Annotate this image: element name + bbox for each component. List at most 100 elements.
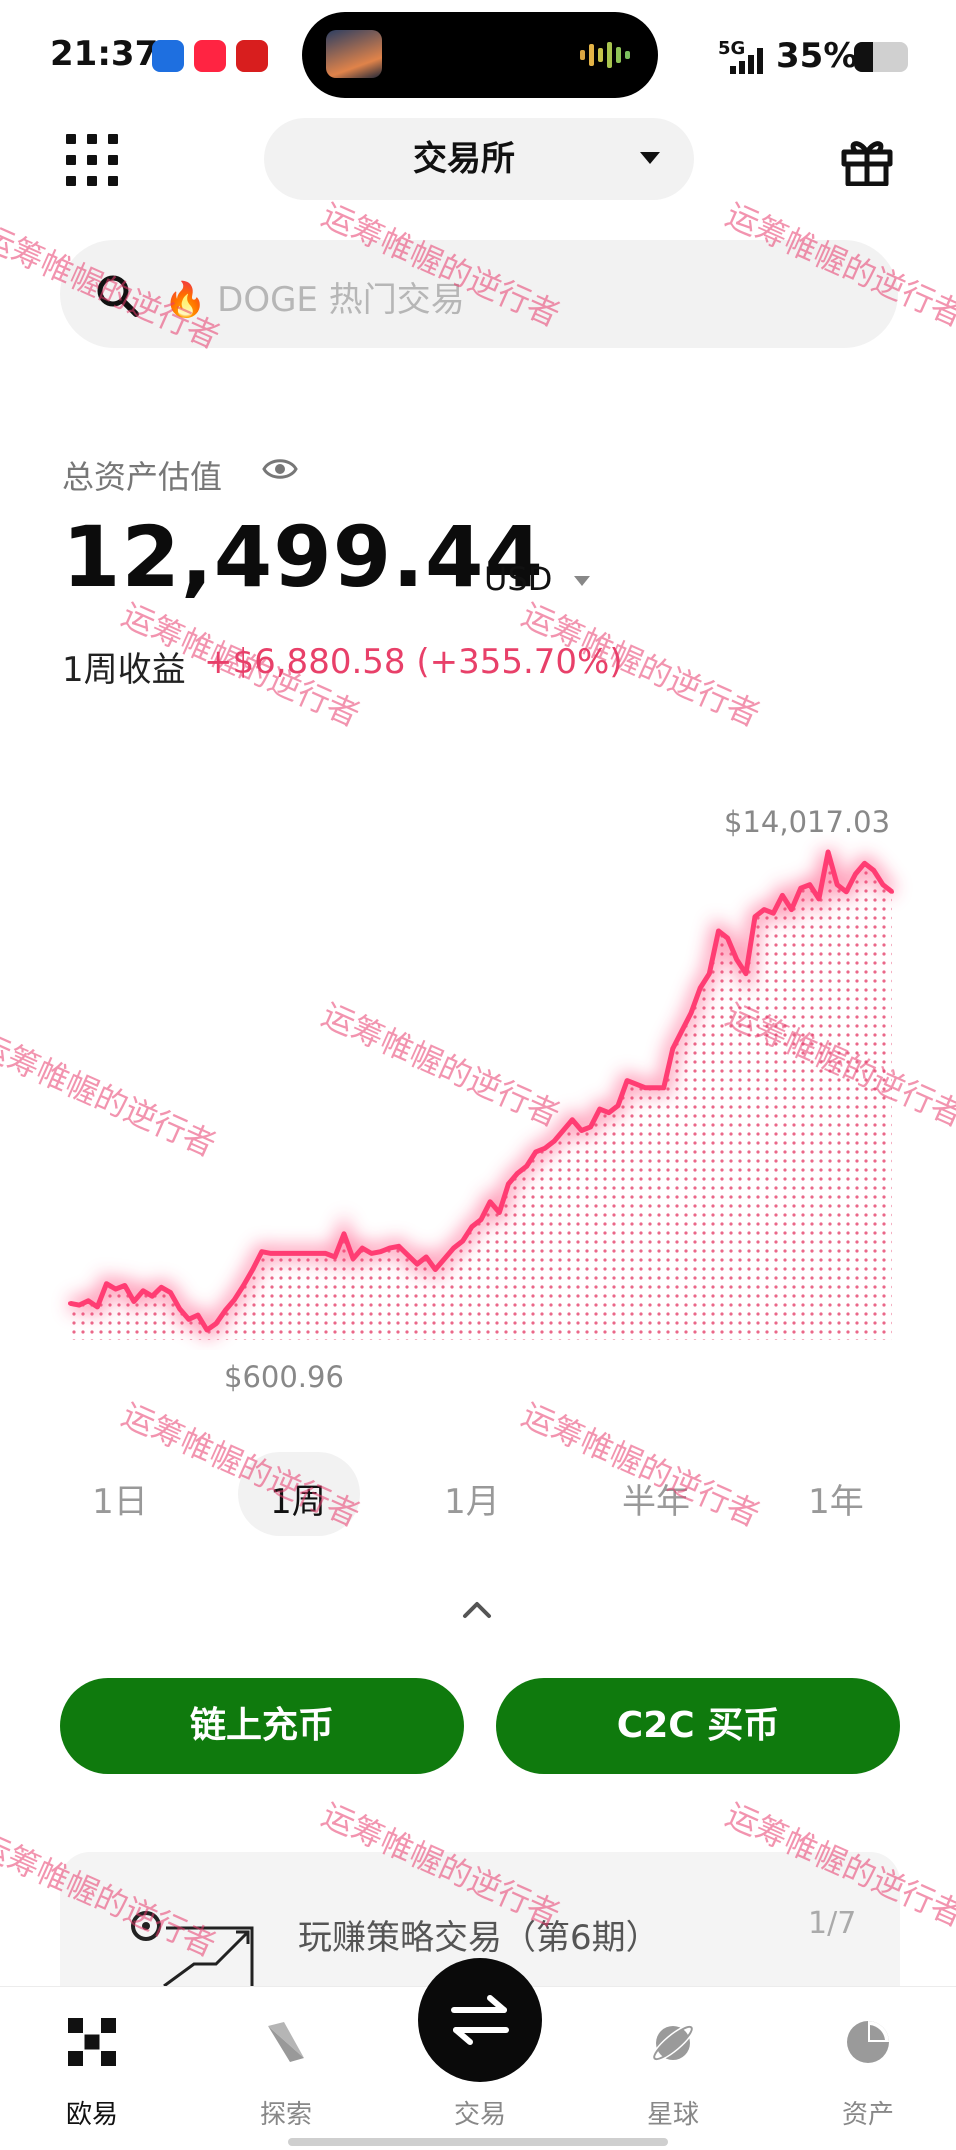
- chart-point: [195, 1313, 200, 1318]
- period-tab-1y[interactable]: 1年: [776, 1474, 896, 1523]
- exchange-selector-label: 交易所: [413, 139, 515, 179]
- chart-point: [122, 1283, 127, 1288]
- chart-point: [104, 1281, 109, 1286]
- chart-point: [679, 1028, 684, 1033]
- chart-point: [141, 1288, 146, 1293]
- chart-point: [552, 1139, 557, 1144]
- chart-point: [305, 1251, 310, 1256]
- chart-point: [643, 1085, 648, 1090]
- chart-point: [460, 1238, 465, 1243]
- period-tab-1m[interactable]: 1月: [412, 1474, 532, 1523]
- chart-point: [86, 1298, 91, 1303]
- chart-point: [360, 1246, 365, 1251]
- chart-point: [561, 1128, 566, 1133]
- period-tab-6m[interactable]: 半年: [596, 1474, 716, 1523]
- chart-point: [278, 1251, 283, 1256]
- okx-logo-icon[interactable]: [68, 2018, 116, 2066]
- compass-icon[interactable]: [262, 2018, 310, 2066]
- nav-label-planet[interactable]: 星球: [613, 2094, 733, 2131]
- grid-icon[interactable]: [66, 134, 118, 186]
- chart-point: [351, 1256, 356, 1261]
- period-profit-label: 1周收益: [62, 650, 186, 690]
- chart-point: [826, 850, 831, 854]
- chart-point: [570, 1117, 575, 1122]
- search-placeholder: 🔥 DOGE 热门交易: [164, 280, 465, 320]
- pie-chart-icon[interactable]: [844, 2018, 892, 2066]
- nav-label-home[interactable]: 欧易: [32, 2094, 152, 2131]
- period-tab-1w[interactable]: 1周: [238, 1474, 358, 1523]
- swap-icon: [451, 1995, 509, 2045]
- chart-point: [542, 1146, 547, 1151]
- chart-point: [533, 1149, 538, 1154]
- chart-point: [890, 889, 894, 894]
- chart-point: [698, 985, 703, 990]
- chart-point: [871, 868, 876, 873]
- chart-point: [241, 1283, 246, 1288]
- chart-point: [259, 1249, 264, 1254]
- chart-point: [442, 1256, 447, 1261]
- chart-point: [268, 1251, 273, 1256]
- asset-chart[interactable]: [0, 790, 956, 1350]
- nav-label-trade[interactable]: 交易: [420, 2094, 540, 2131]
- onchain-deposit-button[interactable]: 链上充币: [60, 1678, 464, 1774]
- chart-point: [725, 936, 730, 941]
- chart-point: [323, 1251, 328, 1256]
- chart-point: [131, 1299, 136, 1304]
- eye-icon[interactable]: [262, 454, 298, 484]
- chart-point: [579, 1128, 584, 1133]
- caret-down-icon: [574, 576, 590, 586]
- chart-point: [287, 1251, 292, 1256]
- chart-area-fill: [70, 852, 892, 1340]
- chart-point: [387, 1246, 392, 1251]
- strategy-chart-icon: [131, 1911, 254, 1996]
- chart-point: [296, 1251, 301, 1256]
- chart-min-label: $600.96: [224, 1360, 344, 1394]
- nav-label-assets[interactable]: 资产: [808, 2094, 928, 2131]
- nav-label-explore[interactable]: 探索: [226, 2094, 346, 2131]
- xiaohongshu-notification-icon: [194, 40, 226, 72]
- chevron-up-icon[interactable]: [462, 1596, 492, 1620]
- chart-point: [789, 907, 794, 912]
- chart-point: [853, 871, 858, 876]
- chart-point: [762, 907, 767, 912]
- promo-page-counter: 1/7: [808, 1906, 857, 1941]
- chart-point: [798, 886, 803, 891]
- chart-point: [634, 1082, 639, 1087]
- chart-point: [689, 1010, 694, 1015]
- chart-point: [862, 861, 867, 866]
- c2c-buy-button[interactable]: C2C 买币: [496, 1678, 900, 1774]
- chart-point: [661, 1085, 666, 1090]
- chart-point: [807, 882, 812, 887]
- chart-point: [835, 882, 840, 887]
- chart-point: [469, 1224, 474, 1229]
- home-indicator: [288, 2138, 668, 2146]
- chart-point: [597, 1107, 602, 1112]
- chart-point: [415, 1262, 420, 1267]
- chart-point: [652, 1085, 657, 1090]
- chart-point: [606, 1110, 611, 1115]
- chart-point: [588, 1124, 593, 1129]
- chart-point: [771, 911, 776, 916]
- gift-icon[interactable]: [840, 134, 894, 186]
- chart-point: [168, 1290, 173, 1295]
- chart-point: [816, 896, 821, 901]
- period-tab-1d[interactable]: 1日: [60, 1474, 180, 1523]
- chart-point: [205, 1328, 209, 1332]
- chart-point: [880, 882, 885, 887]
- chart-point: [515, 1171, 520, 1176]
- chart-point: [214, 1321, 219, 1326]
- chart-point: [479, 1217, 483, 1222]
- chart-point: [488, 1199, 493, 1204]
- chart-point: [433, 1267, 438, 1272]
- search-icon: [97, 275, 139, 317]
- chart-point: [232, 1297, 237, 1302]
- chart-point: [753, 914, 757, 919]
- chart-point: [342, 1231, 346, 1236]
- currency-selector[interactable]: USD: [484, 560, 552, 598]
- chart-point: [405, 1253, 410, 1258]
- chart-point: [186, 1317, 191, 1322]
- chart-point: [150, 1294, 155, 1299]
- status-time: 21:37: [50, 34, 159, 74]
- planet-icon[interactable]: [648, 2018, 698, 2068]
- battery-percent: 35%: [776, 36, 858, 76]
